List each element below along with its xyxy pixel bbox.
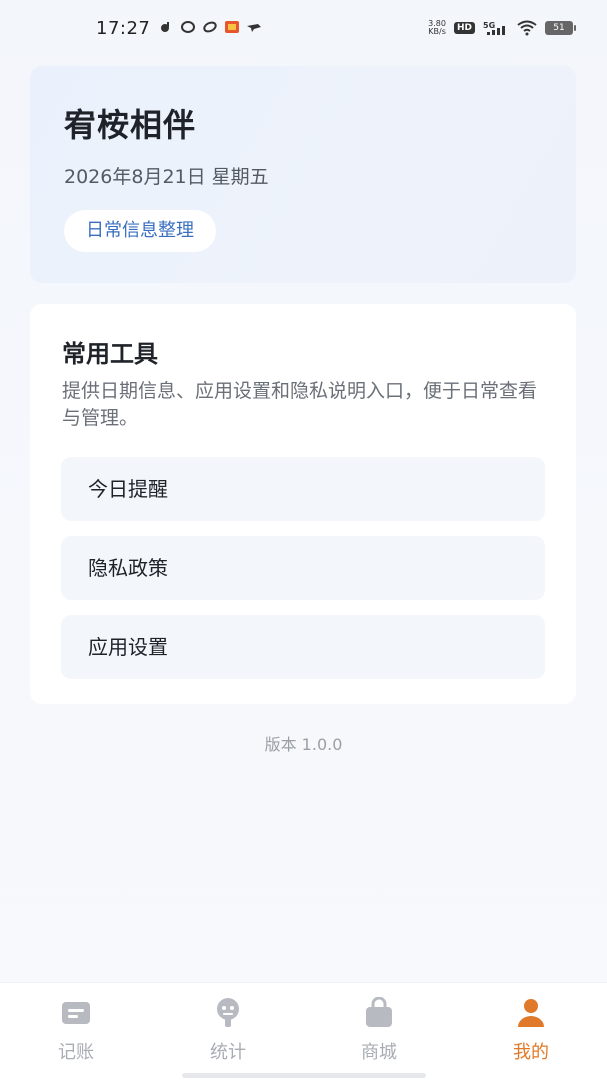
tools-description: 提供日期信息、应用设置和隐私说明入口，便于日常查看与管理。 [62, 380, 538, 429]
home-indicator[interactable] [182, 1073, 426, 1078]
status-bar: 17:27 3.80 KB/s HD 5G 51 [0, 0, 607, 60]
signal-5g-icon: 5G [483, 21, 505, 35]
link-icon [203, 21, 217, 33]
qq-icon [181, 21, 195, 33]
status-right: 3.80 KB/s HD 5G 51 [428, 20, 576, 36]
notification-icons [158, 20, 262, 34]
network-speed: 3.80 KB/s [428, 20, 446, 36]
tools-card: 常用工具 提供日期信息、应用设置和隐私说明入口，便于日常查看与管理。 今日提醒 … [30, 304, 576, 704]
bottom-nav: 记账 统计 商城 我的 [0, 982, 607, 1080]
shopping-app-icon [225, 21, 239, 33]
battery-icon: 51 [545, 21, 576, 35]
nav-item-stats[interactable]: 统计 [152, 983, 304, 1080]
shop-bag-icon [366, 997, 392, 1027]
nav-item-shop[interactable]: 商城 [303, 983, 455, 1080]
delivery-icon [247, 24, 261, 32]
nav-item-profile[interactable]: 我的 [455, 983, 607, 1080]
tag-chip: 日常信息整理 [64, 210, 216, 252]
network-label: 5G [483, 21, 495, 30]
tool-item-today-reminder[interactable]: 今日提醒 [61, 457, 545, 521]
hd-badge: HD [453, 22, 475, 34]
nav-item-ledger[interactable]: 记账 [0, 983, 152, 1080]
date-text: 2026年8月21日 星期五 [64, 166, 269, 188]
nav-label-profile: 我的 [513, 1042, 549, 1063]
version-text: 版本 1.0.0 [264, 735, 343, 754]
nav-label-stats: 统计 [210, 1042, 246, 1063]
app-title: 宥桉相伴 [64, 106, 197, 144]
ledger-icon [62, 1002, 90, 1024]
page: 17:27 3.80 KB/s HD 5G 51 宥桉相伴 2026年8月21日… [0, 0, 607, 1080]
network-speed-unit: KB/s [428, 27, 446, 36]
header-card: 宥桉相伴 2026年8月21日 星期五 日常信息整理 [30, 66, 576, 283]
profile-icon [518, 999, 544, 1027]
nav-label-shop: 商城 [361, 1042, 397, 1063]
status-time: 17:27 [96, 18, 151, 39]
tool-item-privacy-policy[interactable]: 隐私政策 [61, 536, 545, 600]
stats-icon [217, 998, 239, 1027]
nav-label-ledger: 记账 [58, 1042, 94, 1063]
tool-item-app-settings[interactable]: 应用设置 [61, 615, 545, 679]
tools-title: 常用工具 [62, 340, 158, 368]
wifi-icon [517, 20, 537, 36]
notification-app-icon [161, 22, 169, 32]
